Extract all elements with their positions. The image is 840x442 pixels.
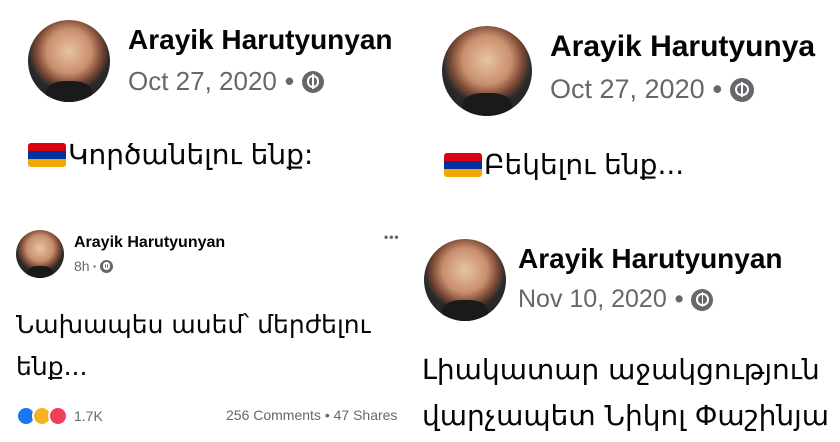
post-text: Բեկելու ենք... bbox=[444, 148, 684, 181]
post-date[interactable]: Nov 10, 2020 bbox=[518, 285, 667, 314]
armenian-flag-icon bbox=[28, 143, 66, 167]
author-name[interactable]: Arayik Harutyunyan bbox=[74, 234, 225, 252]
avatar[interactable] bbox=[442, 26, 532, 116]
post-date[interactable]: Oct 27, 2020 bbox=[550, 74, 705, 105]
post-meta: 8h · bbox=[74, 258, 114, 274]
reactions-summary[interactable]: 1.7K bbox=[16, 406, 103, 426]
flag-stripe-red bbox=[444, 153, 482, 161]
flag-stripe-blue bbox=[28, 151, 66, 159]
post-date[interactable]: Oct 27, 2020 bbox=[128, 66, 277, 97]
post-text-line-1: Նախապես ասեմ՝ մերժելու bbox=[16, 310, 371, 339]
post-text-line-1: Լիակատար աջակցություն bbox=[422, 353, 820, 386]
separator-dot: • bbox=[284, 66, 294, 96]
flag-stripe-red bbox=[28, 143, 66, 151]
separator-dot: • bbox=[712, 74, 723, 104]
love-reaction-icon bbox=[48, 406, 68, 426]
post-8h: Arayik Harutyunyan 8h · ••• Նախապես ասեմ… bbox=[0, 218, 420, 442]
post-meta: Oct 27, 2020 • bbox=[550, 74, 755, 105]
separator-dot: • bbox=[674, 285, 684, 313]
author-name[interactable]: Arayik Harutyunyan bbox=[518, 243, 783, 275]
globe-icon bbox=[302, 70, 324, 93]
flag-stripe-orange bbox=[28, 159, 66, 167]
post-oct27-a: Arayik Harutyunyan Oct 27, 2020 • Կործան… bbox=[0, 0, 420, 210]
post-time[interactable]: 8h bbox=[74, 258, 90, 274]
post-nov10: Arayik Harutyunyan Nov 10, 2020 • Լիակատ… bbox=[420, 215, 840, 442]
more-options-button[interactable]: ••• bbox=[384, 230, 400, 244]
post-text-content: Բեկելու ենք... bbox=[484, 148, 685, 181]
reaction-count: 1.7K bbox=[74, 408, 103, 424]
avatar[interactable] bbox=[424, 239, 506, 321]
post-oct27-b: Arayik Harutyunya Oct 27, 2020 • Բեկելու… bbox=[420, 0, 840, 215]
comments-shares-count[interactable]: 256 Comments • 47 Shares bbox=[226, 407, 397, 423]
globe-icon bbox=[730, 77, 755, 102]
author-name[interactable]: Arayik Harutyunyan bbox=[128, 24, 393, 56]
globe-icon bbox=[100, 259, 114, 273]
post-text-line-2: ենք... bbox=[16, 352, 88, 381]
separator-dot: · bbox=[92, 258, 98, 274]
flag-stripe-blue bbox=[444, 161, 482, 169]
post-meta: Oct 27, 2020 • bbox=[128, 66, 324, 97]
globe-icon bbox=[691, 288, 714, 311]
post-text-line-2: վարչապետ Նիկոլ Փաշինյա bbox=[422, 399, 829, 432]
post-text: Կործանելու ենք: bbox=[28, 138, 313, 171]
avatar[interactable] bbox=[16, 230, 64, 278]
avatar[interactable] bbox=[28, 20, 110, 102]
armenian-flag-icon bbox=[444, 153, 482, 177]
flag-stripe-orange bbox=[444, 169, 482, 177]
post-meta: Nov 10, 2020 • bbox=[518, 285, 714, 314]
author-name[interactable]: Arayik Harutyunya bbox=[550, 30, 815, 64]
post-text-content: Կործանելու ենք: bbox=[68, 138, 314, 171]
